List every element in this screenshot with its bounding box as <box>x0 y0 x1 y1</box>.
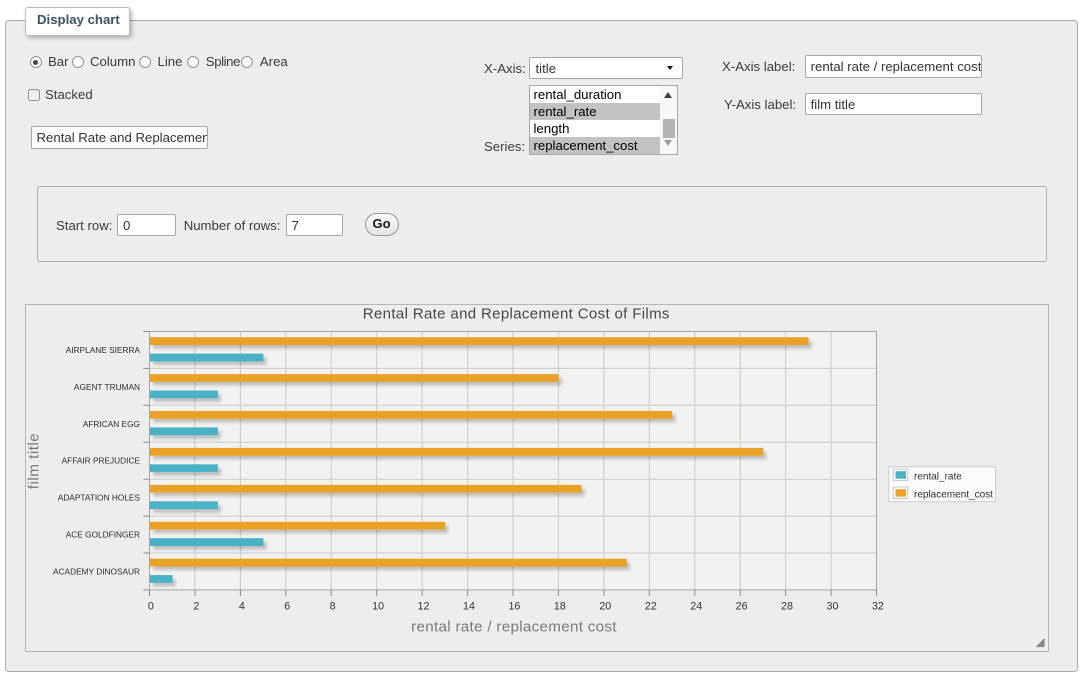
svg-text:32: 32 <box>871 601 883 613</box>
svg-text:replacement_cost: replacement_cost <box>914 489 993 500</box>
svg-text:20: 20 <box>599 601 611 613</box>
svg-text:AIRPLANE SIERRA: AIRPLANE SIERRA <box>65 345 140 355</box>
svg-text:AFRICAN EGG: AFRICAN EGG <box>82 419 139 429</box>
svg-text:26: 26 <box>735 601 747 613</box>
svg-text:10: 10 <box>372 601 384 613</box>
svg-text:2: 2 <box>193 601 199 613</box>
svg-text:film title: film title <box>26 433 43 489</box>
svg-text:rental_rate: rental_rate <box>914 471 962 482</box>
svg-text:30: 30 <box>826 601 838 613</box>
svg-text:22: 22 <box>644 601 656 613</box>
svg-text:rental rate / replacement cost: rental rate / replacement cost <box>411 619 617 636</box>
svg-text:28: 28 <box>781 601 793 613</box>
svg-text:18: 18 <box>553 601 565 613</box>
svg-text:AGENT TRUMAN: AGENT TRUMAN <box>73 382 139 392</box>
svg-text:6: 6 <box>284 601 290 613</box>
svg-text:16: 16 <box>508 601 520 613</box>
svg-text:ACE GOLDFINGER: ACE GOLDFINGER <box>65 530 139 540</box>
svg-text:8: 8 <box>329 601 335 613</box>
svg-text:0: 0 <box>147 601 153 613</box>
svg-text:AFFAIR PREJUDICE: AFFAIR PREJUDICE <box>61 456 140 466</box>
svg-text:Rental Rate and Replacement Co: Rental Rate and Replacement Cost of Film… <box>362 306 669 323</box>
svg-text:12: 12 <box>417 601 429 613</box>
svg-text:14: 14 <box>463 601 475 613</box>
svg-text:24: 24 <box>690 601 702 613</box>
svg-text:ADAPTATION HOLES: ADAPTATION HOLES <box>57 493 140 503</box>
svg-text:ACADEMY DINOSAUR: ACADEMY DINOSAUR <box>53 566 140 576</box>
svg-text:4: 4 <box>238 601 244 613</box>
